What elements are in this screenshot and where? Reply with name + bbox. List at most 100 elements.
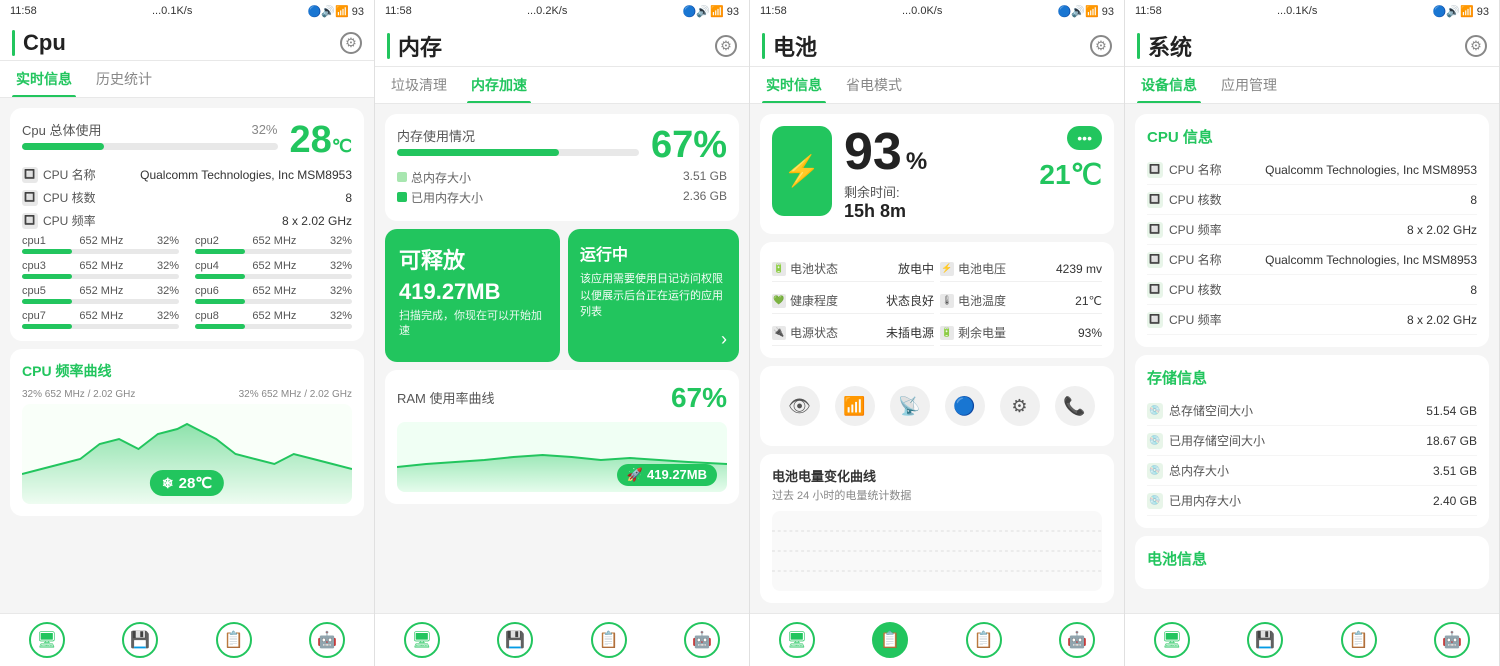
bat-stat-remain: 🔋 剩余电量 93% — [940, 320, 1102, 346]
freq-chart-area: ❄ 28℃ — [22, 404, 352, 504]
sys-cpu-cores-1: 🔲 CPU 核数 8 — [1147, 185, 1477, 215]
bat-stats-grid: 🔋 电池状态 放电中 ⚡ 电池电压 4239 mv 💚 健康程度 — [772, 256, 1102, 346]
cpu-settings-icon[interactable]: ⚙ — [340, 32, 362, 54]
sys-app-header: 系统 ⚙ — [1125, 22, 1499, 67]
nav-icon-bat-3[interactable]: 📋 — [966, 622, 1002, 658]
nav-icon-sys-4[interactable]: 🤖 — [1434, 622, 1470, 658]
nav-icon-bat-1[interactable]: 🖥 — [779, 622, 815, 658]
bat-network: ...0.0K/s — [902, 5, 942, 17]
nav-icon-mem-1[interactable]: 🖥 — [404, 622, 440, 658]
cpu-temp-badge: ❄ 28℃ — [150, 470, 224, 496]
bat-app-header: 电池 ⚙ — [750, 22, 1124, 67]
cpu-app-title: Cpu — [12, 30, 66, 56]
sys-storage-title: 存储信息 — [1147, 367, 1477, 388]
cpu-progress-fill — [22, 143, 104, 150]
sys-cpu-cores-2: 🔲 CPU 核数 8 — [1147, 275, 1477, 305]
sys-title-bar — [1137, 33, 1140, 59]
bat-icon-wrap: ⚡ — [772, 126, 832, 216]
release-running-container: 可释放 419.27MB 扫描完成，你现在可以开始加速 运行中 该应用需要使用日… — [385, 229, 739, 362]
cpu-app-header: Cpu ⚙ — [0, 22, 374, 61]
tab-realtime-cpu[interactable]: 实时信息 — [12, 61, 76, 97]
system-panel: 11:58 ...0.1K/s 🔵🔊📶 93 系统 ⚙ 设备信息 应用管理 CP… — [1125, 0, 1500, 666]
bat-stat-power: 🔌 电源状态 未插电源 — [772, 320, 934, 346]
tab-memboost-mem[interactable]: 内存加速 — [467, 67, 531, 103]
nav-icon-cpu-3[interactable]: 📋 — [216, 622, 252, 658]
cpu-core-3: cpu3 652 MHz 32% — [22, 260, 179, 279]
sys-battery-section-title: 电池信息 — [1147, 548, 1477, 569]
nav-icon-mem-3[interactable]: 📋 — [591, 622, 627, 658]
bat-stat-status: 🔋 电池状态 放电中 — [772, 256, 934, 282]
mem-time: 11:58 — [385, 5, 412, 17]
toggle-signal[interactable]: 📡 — [890, 386, 930, 426]
toggle-phone[interactable]: 📞 — [1055, 386, 1095, 426]
bat-main-card: ⚡ 93 % 剩余时间: 15h 8m ••• 21℃ — [760, 114, 1114, 234]
sys-cpu-name-2: 🔲 CPU 名称 Qualcomm Technologies, Inc MSM8… — [1147, 245, 1477, 275]
sys-status-icons: 🔵🔊📶 93 — [1433, 5, 1489, 18]
mem-pct-big: 67% — [651, 126, 727, 164]
bat-more-btn[interactable]: ••• — [1067, 126, 1102, 150]
cpu-freq-row: 🔲 CPU 频率 8 x 2.02 GHz — [22, 212, 352, 229]
tab-devinfo-sys[interactable]: 设备信息 — [1137, 67, 1201, 103]
cpu-tab-bar: 实时信息 历史统计 — [0, 61, 374, 98]
nav-icon-bat-4[interactable]: 🤖 — [1059, 622, 1095, 658]
cpu-panel: 11:58 ...0.1K/s 🔵🔊📶 93 Cpu ⚙ 实时信息 历史统计 C… — [0, 0, 375, 666]
mem-usage-label: 内存使用情况 — [397, 126, 475, 145]
toggle-eye[interactable]: 👁 — [780, 386, 820, 426]
mem-app-title: 内存 — [387, 30, 442, 62]
nav-icon-sys-3[interactable]: 📋 — [1341, 622, 1377, 658]
running-card: 运行中 该应用需要使用日记访问权限以便展示后台正在运行的应用列表 › — [568, 229, 739, 362]
nav-icon-sys-1[interactable]: 🖥 — [1154, 622, 1190, 658]
bat-stat-health: 💚 健康程度 状态良好 — [772, 288, 934, 314]
running-desc: 该应用需要使用日记访问权限以便展示后台正在运行的应用列表 — [580, 271, 727, 321]
mem-app-header: 内存 ⚙ — [375, 22, 749, 67]
nav-icon-cpu-2[interactable]: 💾 — [122, 622, 158, 658]
toggle-wifi[interactable]: 📶 — [835, 386, 875, 426]
running-title: 运行中 — [580, 241, 727, 265]
tab-garbage-mem[interactable]: 垃圾清理 — [387, 67, 451, 103]
cpu-cores-grid: cpu1 652 MHz 32% cpu2 652 MHz 32% — [22, 235, 352, 329]
nav-icon-cpu-4[interactable]: 🤖 — [309, 622, 345, 658]
release-title: 可释放 — [399, 243, 546, 275]
bat-chart-card: 电池电量变化曲线 过去 24 小时的电量统计数据 — [760, 454, 1114, 603]
sys-tab-bar: 设备信息 应用管理 — [1125, 67, 1499, 104]
battery-panel: 11:58 ...0.0K/s 🔵🔊📶 93 电池 ⚙ 实时信息 省电模式 ⚡ … — [750, 0, 1125, 666]
nav-icon-cpu-1[interactable]: 🖥 — [29, 622, 65, 658]
nav-icon-sys-2[interactable]: 💾 — [1247, 622, 1283, 658]
mem-used-row: 已用内存大小 2.36 GB — [397, 189, 727, 206]
mem-settings-icon[interactable]: ⚙ — [715, 35, 737, 57]
cpu-content: Cpu 总体使用 32% 28℃ 🔲 CPU 名称 Qualcomm Te — [0, 98, 374, 613]
tab-realtime-bat[interactable]: 实时信息 — [762, 67, 826, 103]
ram-chart-title: RAM 使用率曲线 — [397, 388, 495, 407]
sys-app-title: 系统 — [1137, 30, 1192, 62]
memory-panel: 11:58 ...0.2K/s 🔵🔊📶 93 内存 ⚙ 垃圾清理 内存加速 内存… — [375, 0, 750, 666]
sys-cpu-name-2-icon: 🔲 — [1147, 252, 1163, 268]
toggle-gear[interactable]: ⚙ — [1000, 386, 1040, 426]
bat-status-icons: 🔵🔊📶 93 — [1058, 5, 1114, 18]
sys-bottom-nav: 🖥 💾 📋 🤖 — [1125, 613, 1499, 666]
cpu-freq-icon: 🔲 — [22, 213, 38, 229]
sys-total-storage-icon: 💿 — [1147, 403, 1163, 419]
toggle-bt[interactable]: 🔵 — [945, 386, 985, 426]
cpu-core-2: cpu2 652 MHz 32% — [195, 235, 352, 254]
cpu-freq-chart-card: CPU 频率曲线 32% 652 MHz / 2.02 GHz 32% 652 … — [10, 349, 364, 516]
sys-used-mem-icon: 💿 — [1147, 493, 1163, 509]
cpu-usage-card: Cpu 总体使用 32% 28℃ 🔲 CPU 名称 Qualcomm Te — [10, 108, 364, 341]
mem-bottom-nav: 🖥 💾 📋 🤖 — [375, 613, 749, 666]
bat-pct-big: 93 — [844, 126, 902, 178]
bat-content: ⚡ 93 % 剩余时间: 15h 8m ••• 21℃ 🔋 电池状态 — [750, 104, 1124, 613]
cpu-network: ...0.1K/s — [152, 5, 192, 17]
bat-stats-card: 🔋 电池状态 放电中 ⚡ 电池电压 4239 mv 💚 健康程度 — [760, 242, 1114, 358]
nav-icon-bat-2[interactable]: 📋 — [872, 622, 908, 658]
tab-history-cpu[interactable]: 历史统计 — [92, 61, 156, 97]
bat-settings-icon[interactable]: ⚙ — [1090, 35, 1112, 57]
tab-appmanage-sys[interactable]: 应用管理 — [1217, 67, 1281, 103]
nav-icon-mem-4[interactable]: 🤖 — [684, 622, 720, 658]
bat-app-title: 电池 — [762, 30, 817, 62]
nav-icon-mem-2[interactable]: 💾 — [497, 622, 533, 658]
bat-stat-voltage-icon: ⚡ — [940, 262, 954, 276]
tab-powersave-bat[interactable]: 省电模式 — [842, 67, 906, 103]
mem-status-icons: 🔵🔊📶 93 — [683, 5, 739, 18]
sys-settings-icon[interactable]: ⚙ — [1465, 35, 1487, 57]
running-arrow: › — [580, 329, 727, 350]
freq-chart-labels: 32% 652 MHz / 2.02 GHz 32% 652 MHz / 2.0… — [22, 389, 352, 400]
